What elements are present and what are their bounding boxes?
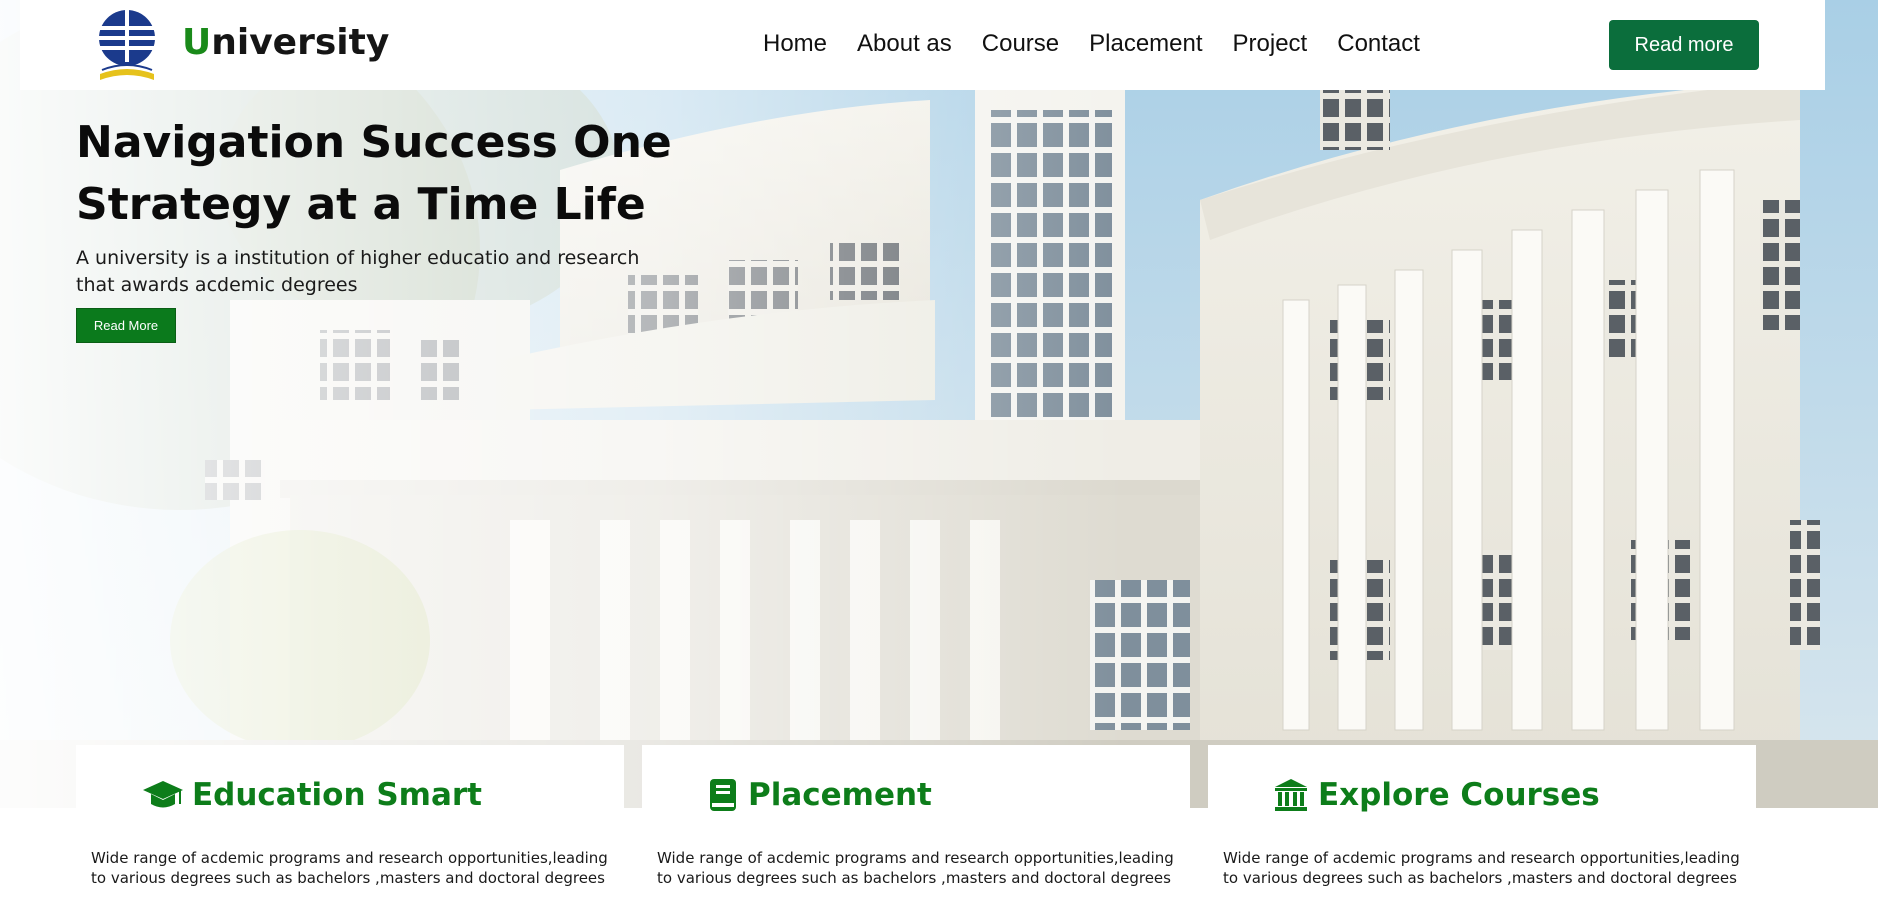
nav-link-project[interactable]: Project [1233,30,1308,58]
card-heading: Explore Courses [1274,777,1600,813]
card-text: Wide range of acdemic programs and resea… [91,849,608,887]
nav-link-placement[interactable]: Placement [1089,30,1202,58]
top-navbar: University Home About as Course Placemen… [20,0,1825,90]
card-heading: Education Smart [142,777,482,813]
card-text: Wide range of acdemic programs and resea… [1223,849,1740,887]
brand-rest: niversity [211,22,390,63]
brand-initial: U [182,22,212,63]
nav-link-contact[interactable]: Contact [1337,30,1420,58]
book-icon [708,777,740,813]
nav-link-about[interactable]: About as [857,30,952,58]
hero-title: Navigation Success One Strategy at a Tim… [76,117,672,230]
card-title: Explore Courses [1318,777,1600,813]
hero-read-more-button[interactable]: Read More [76,308,176,343]
card-title: Education Smart [192,777,482,813]
card-heading: Placement [708,777,932,813]
university-logo-icon[interactable] [96,8,158,82]
feature-card-courses[interactable]: Explore Courses Wide range of acdemic pr… [1208,745,1756,899]
nav-link-home[interactable]: Home [763,30,827,58]
main-nav: Home About as Course Placement Project C… [763,30,1450,58]
nav-link-course[interactable]: Course [982,30,1059,58]
hero-subtitle: A university is a institution of higher … [76,247,640,296]
card-text: Wide range of acdemic programs and resea… [657,849,1174,887]
feature-card-education[interactable]: Education Smart Wide range of acdemic pr… [76,745,624,899]
card-title: Placement [748,777,932,813]
read-more-nav-button[interactable]: Read more [1609,20,1759,70]
brand-name[interactable]: University [182,22,389,63]
bank-building-icon [1274,777,1310,813]
graduation-cap-icon [142,777,184,813]
feature-card-placement[interactable]: Placement Wide range of acdemic programs… [642,745,1190,899]
